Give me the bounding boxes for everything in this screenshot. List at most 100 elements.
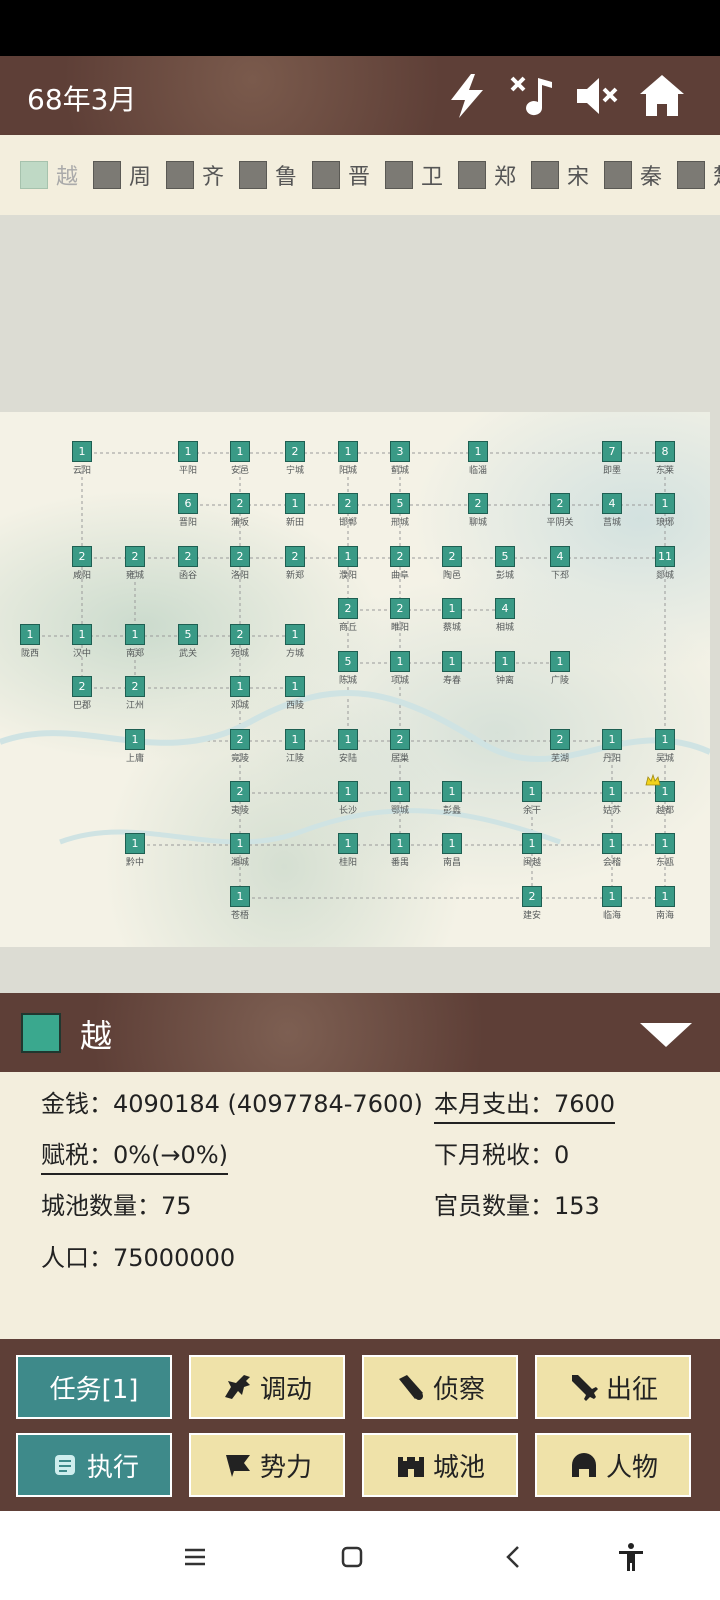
faction-item[interactable]: 周 — [93, 160, 151, 190]
city-marker[interactable]: 1 — [285, 676, 305, 697]
city-marker[interactable]: 1 — [550, 651, 570, 672]
city-marker[interactable]: 1 — [442, 781, 462, 802]
city-marker[interactable]: 2 — [338, 598, 358, 619]
city-marker[interactable]: 2 — [178, 546, 198, 567]
city-marker[interactable]: 7 — [602, 441, 622, 462]
city-marker[interactable]: 2 — [285, 441, 305, 462]
city-marker[interactable]: 2 — [230, 781, 250, 802]
faction-item[interactable]: 卫 — [385, 160, 443, 190]
city-marker[interactable]: 2 — [338, 493, 358, 514]
city-marker[interactable]: 1 — [125, 624, 145, 645]
faction-panel-header[interactable]: 越 — [0, 993, 720, 1072]
city-marker[interactable]: 2 — [125, 676, 145, 697]
city-marker[interactable]: 1 — [20, 624, 40, 645]
city-marker[interactable]: 2 — [230, 493, 250, 514]
city-marker[interactable]: 1 — [338, 441, 358, 462]
city-marker[interactable]: 1 — [178, 441, 198, 462]
city-marker[interactable]: 1 — [230, 886, 250, 907]
task-button[interactable]: 任务[1] — [16, 1355, 172, 1419]
mobilize-button[interactable]: 调动 — [189, 1355, 345, 1419]
faction-item[interactable]: 鲁 — [239, 160, 297, 190]
city-marker[interactable]: 2 — [390, 598, 410, 619]
city-marker[interactable]: 1 — [522, 833, 542, 854]
faction-item[interactable]: 楚 — [677, 160, 720, 190]
accessibility-icon[interactable] — [615, 1541, 647, 1573]
city-marker[interactable]: 4 — [495, 598, 515, 619]
city-marker[interactable]: 2 — [230, 546, 250, 567]
city-marker[interactable]: 5 — [338, 651, 358, 672]
city-marker[interactable]: 2 — [285, 546, 305, 567]
city-marker[interactable]: 6 — [178, 493, 198, 514]
city-marker[interactable]: 4 — [602, 493, 622, 514]
city-marker[interactable]: 2 — [125, 546, 145, 567]
city-marker[interactable]: 11 — [655, 546, 675, 567]
city-marker[interactable]: 1 — [522, 781, 542, 802]
city-marker[interactable]: 4 — [550, 546, 570, 567]
faction-item[interactable]: 秦 — [604, 160, 662, 190]
attack-button[interactable]: 出征 — [535, 1355, 691, 1419]
monthly-expense-link[interactable]: 本月支出：7600 — [434, 1084, 616, 1124]
city-marker[interactable]: 2 — [550, 729, 570, 750]
city-marker[interactable]: 2 — [72, 676, 92, 697]
city-marker[interactable]: 1 — [655, 729, 675, 750]
city-marker[interactable]: 1 — [655, 886, 675, 907]
city-marker[interactable]: 2 — [522, 886, 542, 907]
city-button[interactable]: 城池 — [362, 1433, 518, 1497]
city-marker[interactable]: 2 — [550, 493, 570, 514]
city-marker[interactable]: 1 — [72, 441, 92, 462]
city-marker[interactable]: 1 — [602, 886, 622, 907]
tax-rate-link[interactable]: 赋税：0%(→0%) — [41, 1135, 228, 1175]
city-marker[interactable]: 1 — [285, 729, 305, 750]
world-map[interactable]: 1 云阳 1 平阳 1 安邑 2 宁城 1 阳城 3 蓟城 1 临淄 7 即墨 8 东莱 6 晋阳 2 蒲坂 1 新田 2 邯郸 5… — [0, 412, 710, 947]
city-marker[interactable]: 1 — [230, 441, 250, 462]
back-icon[interactable] — [498, 1541, 530, 1573]
city-marker[interactable]: 2 — [468, 493, 488, 514]
city-marker[interactable]: 8 — [655, 441, 675, 462]
city-marker[interactable]: 2 — [442, 546, 462, 567]
city-marker[interactable]: 2 — [230, 729, 250, 750]
character-button[interactable]: 人物 — [535, 1433, 691, 1497]
city-marker[interactable]: 1 — [72, 624, 92, 645]
scout-button[interactable]: 侦察 — [362, 1355, 518, 1419]
city-marker[interactable]: 1 — [602, 833, 622, 854]
faction-bar[interactable]: 越 周 齐 鲁 晋 卫 郑 宋 秦 楚 — [0, 135, 720, 215]
faction-item[interactable]: 越 — [20, 160, 78, 190]
city-marker[interactable]: 1 — [655, 833, 675, 854]
lightning-icon[interactable] — [443, 72, 491, 120]
faction-item[interactable]: 齐 — [166, 160, 224, 190]
city-marker[interactable]: 1 — [655, 493, 675, 514]
city-marker[interactable]: 1 — [442, 833, 462, 854]
execute-button[interactable]: 执行 — [16, 1433, 172, 1497]
faction-item[interactable]: 郑 — [458, 160, 516, 190]
city-marker[interactable]: 1 — [390, 651, 410, 672]
city-marker[interactable]: 1 — [602, 781, 622, 802]
collapse-triangle-icon[interactable] — [640, 1023, 692, 1047]
city-marker[interactable]: 1 — [338, 833, 358, 854]
city-marker[interactable]: 1 — [390, 781, 410, 802]
city-marker[interactable]: 2 — [230, 624, 250, 645]
city-marker[interactable]: 1 — [442, 651, 462, 672]
city-marker[interactable]: 1 — [495, 651, 515, 672]
city-marker[interactable]: 1 — [338, 781, 358, 802]
city-marker[interactable]: 3 — [390, 441, 410, 462]
city-marker[interactable]: 1 — [125, 833, 145, 854]
city-marker[interactable]: 1 — [602, 729, 622, 750]
city-marker[interactable]: 5 — [495, 546, 515, 567]
city-marker[interactable]: 1 — [442, 598, 462, 619]
city-marker[interactable]: 2 — [390, 546, 410, 567]
home-icon[interactable] — [638, 72, 686, 120]
city-marker[interactable]: 1 — [338, 546, 358, 567]
city-marker[interactable]: 1 — [390, 833, 410, 854]
city-marker[interactable]: 1 — [285, 493, 305, 514]
city-marker[interactable]: 1 — [468, 441, 488, 462]
city-marker[interactable]: 5 — [390, 493, 410, 514]
city-marker[interactable]: 1 — [338, 729, 358, 750]
city-marker[interactable]: 1 — [285, 624, 305, 645]
city-marker[interactable]: 2 — [390, 729, 410, 750]
music-off-icon[interactable] — [508, 72, 556, 120]
home-square-icon[interactable] — [336, 1541, 368, 1573]
faction-item[interactable]: 晋 — [312, 160, 370, 190]
faction-item[interactable]: 宋 — [531, 160, 589, 190]
menu-icon[interactable] — [179, 1541, 211, 1573]
city-marker[interactable]: 1 — [230, 833, 250, 854]
